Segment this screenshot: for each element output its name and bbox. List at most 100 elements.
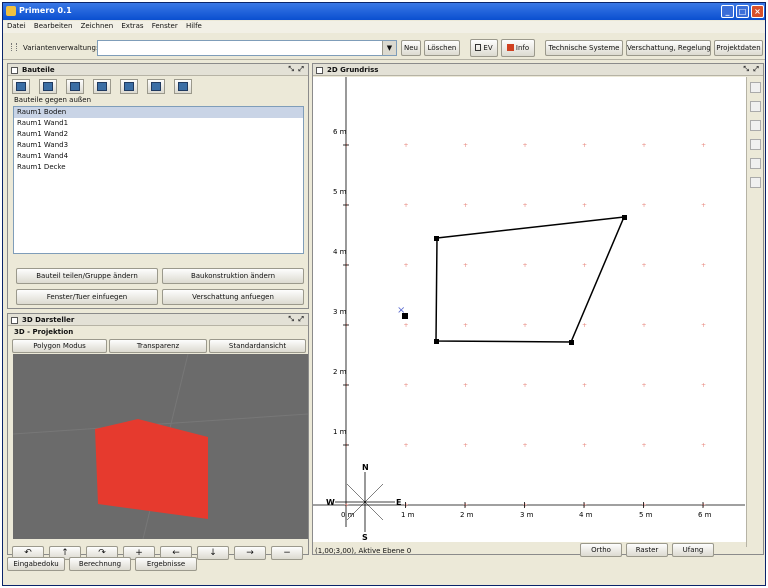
variant-label: Variantenverwaltung: [23,44,99,52]
polygon-modus-button[interactable]: Polygon Modus [12,339,107,353]
minimize-icon[interactable]: _ [721,5,734,18]
door-icon[interactable] [120,79,138,94]
panel-minimize-icon[interactable]: ⤡ [743,65,749,74]
raster-button[interactable]: Raster [626,543,668,557]
y-tick-label: 6 m [333,128,347,136]
grid-point: + [582,442,587,449]
list-item[interactable]: Raum1 Wand1 [14,118,303,129]
list-item[interactable]: Raum1 Decke [14,162,303,173]
crosshair-icon: × [397,305,405,316]
undo-tool-icon[interactable] [749,120,761,131]
grundriss-title: 2D Grundriss [327,66,379,74]
panel-icon [11,317,18,324]
panel-minimize-icon[interactable]: ⤡ [288,65,294,74]
ruler-icon[interactable] [749,177,761,188]
transparenz-button[interactable]: Transparenz [109,339,207,353]
grid-point: + [404,202,409,209]
grid-point: + [642,442,647,449]
grid-point: + [642,502,647,509]
panel-maximize-icon[interactable]: ⤢ [298,65,304,74]
tab-berechnung[interactable]: Berechnung [69,557,131,571]
3d-scene [12,353,309,540]
vertex-handle[interactable] [434,339,439,344]
grid-point: + [404,502,409,509]
projektdaten-button[interactable]: Projektdaten [714,40,763,56]
list-item[interactable]: Raum1 Wand4 [14,151,303,162]
info-button[interactable]: Info [501,39,535,57]
close-icon[interactable]: × [751,5,764,18]
variant-combo[interactable]: ▼ [97,40,397,56]
move-tool-icon[interactable] [749,101,761,112]
floor-plan-canvas[interactable]: + + + + + + + + + + + + + + + + + + + + + + + + + + + + + + + + + + + + + + + +… [313,77,753,542]
grid-point: + [404,322,409,329]
grid-point: + [404,382,409,389]
menu-zeichnen[interactable]: Zeichnen [81,22,114,30]
grundriss-panel: 2D Grundriss ⤡ ⤢ + + + + + + + + + + + + + + + + + + + + + + +… [312,63,764,555]
grid-point: + [523,262,528,269]
vertex-handle[interactable] [622,215,627,220]
vertex-handle[interactable] [569,340,574,345]
verschattung-regelung-button[interactable]: Verschattung, Regelung [626,40,711,56]
list-item[interactable]: Raum1 Wand2 [14,129,303,140]
maximize-icon[interactable]: □ [736,5,749,18]
menu-bearbeiten[interactable]: Bearbeiten [34,22,72,30]
panel-minimize-icon[interactable]: ⤡ [288,315,294,324]
wall-icon[interactable] [66,79,84,94]
grid-point: + [344,142,349,149]
fenster-einfuegen-button[interactable]: Fenster/Tuer einfuegen [16,289,158,305]
verschattung-anfuegen-button[interactable]: Verschattung anfuegen [162,289,304,305]
baukonstruktion-button[interactable]: Baukonstruktion ändern [162,268,304,284]
loeschen-button[interactable]: Löschen [424,40,460,56]
grid-point: + [701,502,706,509]
chevron-down-icon[interactable]: ▼ [382,41,396,55]
panel-maximize-icon[interactable]: ⤢ [298,315,304,324]
grid-point: + [344,322,349,329]
ev-icon [475,44,482,51]
ufang-button[interactable]: Ufang [672,543,714,557]
roof-icon[interactable] [39,79,57,94]
list-item[interactable]: Raum1 Boden [14,107,303,118]
disabled-tool-icon [749,139,761,150]
floor-icon[interactable] [12,79,30,94]
grid-point: + [344,502,349,509]
vertex-handle[interactable] [434,236,439,241]
grid-point: + [523,202,528,209]
tab-eingabedoku[interactable]: Eingabedoku [7,557,65,571]
menu-datei[interactable]: Datei [7,22,26,30]
y-tick-label: 3 m [333,308,347,316]
projection-label: 3D - Projektion [14,328,74,336]
grid-point: + [404,142,409,149]
room-polygon-3d [95,419,208,519]
tab-ergebnisse[interactable]: Ergebnisse [135,557,197,571]
title-bar: Primero 0.1 _ □ × [3,3,765,20]
grid-point: + [404,262,409,269]
3d-viewport[interactable] [12,353,309,540]
technische-systeme-button[interactable]: Technische Systeme [545,40,623,56]
pencil-icon[interactable] [749,158,761,169]
grid-point: + [642,202,647,209]
window-icon[interactable] [93,79,111,94]
neu-button[interactable]: Neu [401,40,421,56]
floor-plan-svg: + + + + + + + + + + + + + + + + + + + + + + + + + + + + + + + + + + + + + + + +… [313,77,745,542]
x-tick-label: 0 m [341,511,355,519]
bauteil-teilen-button[interactable]: Bauteil teilen/Gruppe ändern [16,268,158,284]
menu-fenster[interactable]: Fenster [152,22,178,30]
list-item[interactable]: Raum1 Wand3 [14,140,303,151]
menu-hilfe[interactable]: Hilfe [186,22,202,30]
select-tool-icon[interactable] [749,82,761,93]
grid-point: + [701,262,706,269]
shading-icon[interactable] [174,79,192,94]
grid-point: + [582,322,587,329]
panel-maximize-icon[interactable]: ⤢ [753,65,759,74]
ceiling-icon[interactable] [147,79,165,94]
grid-point: + [404,442,409,449]
ortho-button[interactable]: Ortho [580,543,622,557]
menu-bar: Datei Bearbeiten Zeichnen Extras Fenster… [3,21,765,33]
grid-point: + [463,262,468,269]
grid-point: + [463,202,468,209]
standardansicht-button[interactable]: Standardansicht [209,339,306,353]
grid-point: + [463,442,468,449]
menu-extras[interactable]: Extras [121,22,143,30]
ev-button[interactable]: EV [470,39,498,57]
bottom-tabs: Eingabedoku Berechnung Ergebnisse [3,557,765,571]
